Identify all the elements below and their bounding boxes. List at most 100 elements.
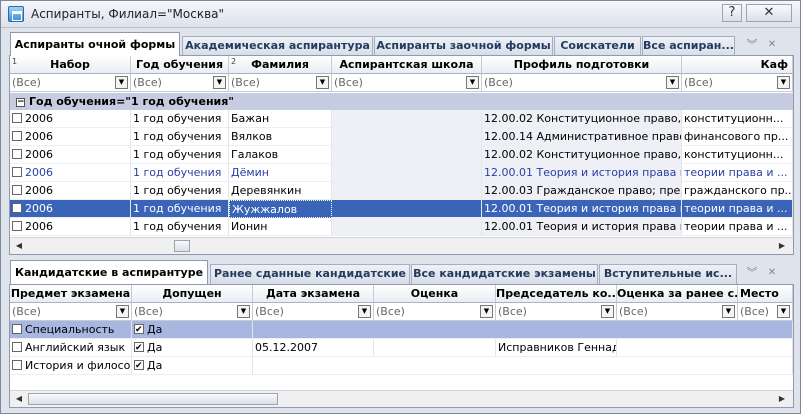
col-year-header[interactable]: Год обучения (131, 56, 229, 74)
row-checkbox[interactable] (12, 113, 22, 123)
row-checkbox[interactable] (12, 360, 22, 370)
scroll-right-icon[interactable]: ▶ (775, 392, 789, 406)
cell-text: 2006 (25, 166, 53, 179)
cell-department: теории права и ... (682, 218, 793, 236)
filter-chair[interactable]: (Все) ▼ (496, 303, 617, 321)
cell-school (332, 164, 482, 182)
filter-surname[interactable]: (Все) ▼ (229, 74, 332, 92)
help-button[interactable]: ? (722, 4, 742, 22)
tabs-scroll-icon[interactable]: ︾ (743, 36, 761, 54)
filter-dropdown-icon[interactable]: ▼ (777, 76, 790, 89)
col-place-header[interactable]: Место (738, 285, 793, 303)
collapse-icon[interactable]: − (16, 97, 25, 107)
col-date-header[interactable]: Дата экзамена (253, 285, 374, 303)
filter-dropdown-icon[interactable]: ▼ (777, 305, 790, 318)
tab-academic[interactable]: Академическая аспирантура (182, 36, 373, 56)
horizontal-scrollbar[interactable]: ◀ ▶ (10, 237, 793, 254)
filter-school[interactable]: (Все) ▼ (332, 74, 482, 92)
horizontal-scrollbar[interactable]: ◀ ▶ (10, 390, 793, 407)
cell-department: теории права и ... (682, 164, 793, 182)
cell-department: гражданского пр... (682, 182, 793, 200)
col-admitted-header[interactable]: Допущен (132, 285, 253, 303)
filter-dropdown-icon[interactable]: ▼ (213, 76, 226, 89)
col-school-header[interactable]: Аспирантская школа (332, 56, 482, 74)
group-row[interactable]: − Год обучения="1 год обучения" (10, 93, 793, 110)
admitted-checkbox[interactable] (134, 339, 144, 356)
cell-year: 1 год обучения (131, 110, 229, 128)
tab-applicants[interactable]: Соискатели (554, 36, 641, 56)
tab-all[interactable]: Все аспиран... (642, 36, 735, 56)
row-checkbox[interactable] (12, 342, 22, 352)
filter-dropdown-icon[interactable]: ▼ (722, 305, 735, 318)
filter-dropdown-icon[interactable]: ▼ (116, 305, 129, 318)
scroll-left-icon[interactable]: ◀ (12, 392, 26, 406)
filter-place[interactable]: (Все) ▼ (738, 303, 793, 321)
filter-dropdown-icon[interactable]: ▼ (358, 305, 371, 318)
filter-dropdown-icon[interactable]: ▼ (480, 305, 493, 318)
col-prev-grade-header[interactable]: Оценка за ранее с... (617, 285, 738, 303)
close-button[interactable]: ✕ (746, 4, 792, 22)
tab-candidate-exams[interactable]: Кандидатские в аспирантуре (10, 260, 208, 284)
filter-dropdown-icon[interactable]: ▼ (601, 305, 614, 318)
scroll-left-icon[interactable]: ◀ (12, 239, 26, 253)
row-checkbox[interactable] (12, 324, 22, 334)
admitted-checkbox[interactable] (134, 357, 144, 374)
filter-dropdown-icon[interactable]: ▼ (237, 305, 250, 318)
tab-previous-exams[interactable]: Ранее сданные кандидатские (210, 264, 410, 284)
cell-year: 1 год обучения (131, 182, 229, 200)
filter-dropdown-icon[interactable]: ▼ (666, 76, 679, 89)
filter-value: (Все) (12, 76, 41, 89)
filter-dropdown-icon[interactable]: ▼ (115, 76, 128, 89)
cell-date: 05.12.2007 (253, 339, 374, 357)
filter-year[interactable]: (Все) ▼ (131, 74, 229, 92)
filter-date[interactable]: (Все) ▼ (253, 303, 374, 321)
row-checkbox[interactable] (12, 149, 22, 159)
filter-profile[interactable]: (Все) ▼ (482, 74, 682, 92)
tab-all-exams[interactable]: Все кандидатские экзамены (411, 264, 598, 284)
cell-surname: Жужжалов (229, 200, 332, 218)
row-checkbox[interactable] (12, 185, 22, 195)
filter-subject[interactable]: (Все) ▼ (10, 303, 132, 321)
row-checkbox[interactable] (12, 167, 22, 177)
filter-value: (Все) (740, 305, 769, 318)
admitted-checkbox[interactable] (134, 321, 144, 338)
col-chair-header[interactable]: Председатель ко... (496, 285, 617, 303)
cell-school (332, 200, 482, 218)
row-checkbox[interactable] (12, 131, 22, 141)
filter-value: (Все) (255, 305, 284, 318)
filter-admitted[interactable]: (Все) ▼ (132, 303, 253, 321)
tab-entrance-exams[interactable]: Вступительные ис... (599, 264, 737, 284)
filter-department[interactable]: (Все) ▼ (682, 74, 793, 92)
filter-prev-grade[interactable]: (Все) ▼ (617, 303, 738, 321)
col-nabor-header[interactable]: 1 Набор (10, 56, 131, 74)
cell-profile: 12.00.01 Теория и история права и ... (482, 218, 682, 236)
col-profile-header[interactable]: Профиль подготовки (482, 56, 682, 74)
cell-department: теории права и ... (682, 200, 793, 218)
cell-text: Да (147, 359, 163, 372)
filter-grade[interactable]: (Все) ▼ (374, 303, 496, 321)
tabs-close-icon[interactable]: ✕ (763, 264, 781, 282)
filter-dropdown-icon[interactable]: ▼ (466, 76, 479, 89)
tab-fulltime[interactable]: Аспиранты очной формы (10, 32, 180, 56)
filter-nabor[interactable]: (Все) ▼ (10, 74, 131, 92)
filter-value: (Все) (334, 76, 363, 89)
col-surname-header[interactable]: 2 Фамилия (229, 56, 332, 74)
filter-value: (Все) (619, 305, 648, 318)
tabs-scroll-icon[interactable]: ︾ (743, 264, 761, 282)
col-department-header[interactable]: Каф (682, 56, 793, 74)
scroll-thumb[interactable] (174, 240, 190, 252)
cell-year: 1 год обучения (131, 200, 229, 218)
cell-text: 2006 (25, 148, 53, 161)
cell-surname: Дёмин (229, 164, 332, 182)
row-checkbox[interactable] (12, 203, 22, 213)
scroll-thumb[interactable] (28, 393, 278, 405)
scroll-right-icon[interactable]: ▶ (775, 239, 789, 253)
tabs-close-icon[interactable]: ✕ (763, 36, 781, 54)
cell-admitted: Да (132, 339, 253, 357)
row-checkbox[interactable] (12, 221, 22, 231)
col-grade-header[interactable]: Оценка (374, 285, 496, 303)
cell-text: Специальность (25, 323, 115, 336)
filter-dropdown-icon[interactable]: ▼ (316, 76, 329, 89)
col-subject-header[interactable]: Предмет экзамена (10, 285, 132, 303)
tab-extramural[interactable]: Аспиранты заочной формы (374, 36, 553, 56)
